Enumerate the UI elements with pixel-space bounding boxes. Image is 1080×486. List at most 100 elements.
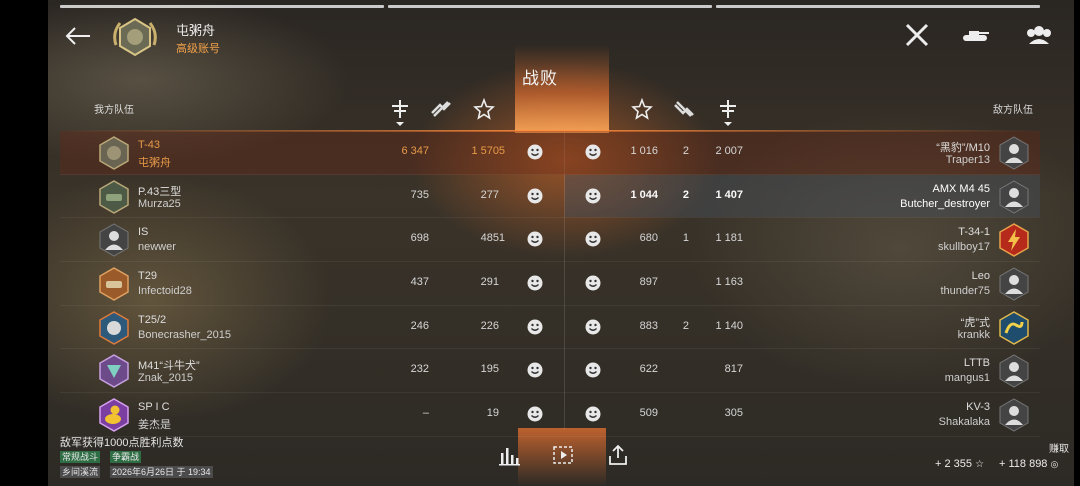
smile-icon[interactable] xyxy=(527,275,543,291)
crossed-swords-icon[interactable] xyxy=(902,22,932,48)
ally-kills: 5 xyxy=(498,145,505,157)
enemy-player-name: Butcher_destroyer xyxy=(900,197,990,210)
tank-icon[interactable] xyxy=(960,22,990,48)
smile-icon[interactable] xyxy=(585,319,601,335)
experience-star-icon xyxy=(473,98,495,120)
team-icon[interactable] xyxy=(1024,22,1054,48)
ally-team-label: 我方队伍 xyxy=(94,105,134,116)
enemy-damage: 1 407 xyxy=(715,188,743,201)
enemy-tank-name: LTTB xyxy=(963,357,990,370)
duck-avatar-icon xyxy=(99,398,129,432)
lightning-avatar-icon xyxy=(999,223,1029,258)
table-row[interactable]: IS newwer 698 1 485 680 1 1 181 T-34-1 s… xyxy=(60,218,1040,263)
enemy-damage-sort-icon[interactable] xyxy=(717,98,739,128)
smile-icon[interactable] xyxy=(527,231,543,247)
table-row[interactable]: SP I C 姜杰是 – 19 509 305 KV-3 Shakalaka xyxy=(60,393,1040,437)
ally-player-name: Znak_2015 xyxy=(138,372,194,385)
enemy-experience: 622 xyxy=(639,363,658,376)
smile-icon[interactable] xyxy=(585,188,601,204)
enemy-tank-name: T-34-1 xyxy=(958,226,990,239)
enemy-kills: 2 xyxy=(682,188,689,201)
smile-icon[interactable] xyxy=(527,188,543,204)
share-icon[interactable] xyxy=(607,444,629,466)
table-row[interactable]: T29 Infectoid28 437 291 897 1 163 Leo th… xyxy=(60,262,1040,306)
enemy-experience: 1 044 xyxy=(630,188,658,201)
ally-experience: 226 xyxy=(480,319,499,332)
earned-experience: + 2 355 ☆ xyxy=(935,458,984,470)
map-name-tag: 乡间溪流 xyxy=(60,466,101,478)
default-avatar-icon xyxy=(999,136,1029,170)
default-avatar-icon xyxy=(999,398,1029,432)
enemy-experience: 897 xyxy=(639,276,658,289)
tank-avatar-icon xyxy=(99,267,129,301)
tank-avatar-icon xyxy=(99,310,129,345)
smile-icon[interactable] xyxy=(527,144,543,160)
ally-damage: 698 xyxy=(410,232,429,245)
ally-damage: 6 347 xyxy=(401,145,429,157)
scoreboard: T-43 屯粥舟 6 347 5 1 570 1 016 2 2 007 “黑豹… xyxy=(60,131,1040,437)
smile-icon[interactable] xyxy=(527,319,543,335)
ally-player-name: Bonecrasher_2015 xyxy=(138,328,231,341)
ally-experience: 277 xyxy=(480,188,499,201)
player-emblem-icon xyxy=(113,17,157,57)
enemy-experience-star-icon xyxy=(631,98,653,120)
default-avatar-icon xyxy=(99,223,129,257)
smile-icon[interactable] xyxy=(585,406,601,422)
earned-credits-value: + 118 898 xyxy=(999,458,1048,470)
enemy-player-name: mangus1 xyxy=(944,372,990,385)
ally-tank-name: M41“斗牛犬” xyxy=(138,360,200,373)
ally-tank-name: P.43三型 xyxy=(138,185,182,198)
smile-icon[interactable] xyxy=(585,362,601,378)
enemy-player-name: Shakalaka xyxy=(938,416,990,429)
smile-icon[interactable] xyxy=(527,406,543,422)
back-arrow-icon[interactable] xyxy=(64,24,92,48)
ally-experience: 1 570 xyxy=(471,145,499,157)
ally-damage: 437 xyxy=(410,276,429,289)
ally-experience: 19 xyxy=(486,407,499,420)
ally-tank-name: T25/2 xyxy=(138,313,167,326)
ally-player-name: Infectoid28 xyxy=(138,285,192,298)
enemy-team-label: 敌方队伍 xyxy=(993,105,1033,116)
battle-type-tag: 常规战斗 xyxy=(60,451,101,463)
replay-icon[interactable] xyxy=(552,444,574,466)
default-avatar-icon xyxy=(999,180,1029,214)
table-row[interactable]: M41“斗牛犬” Znak_2015 232 195 622 817 LTTB … xyxy=(60,349,1040,394)
ally-experience: 291 xyxy=(480,276,499,289)
statistics-icon[interactable] xyxy=(498,444,520,466)
smile-icon[interactable] xyxy=(585,231,601,247)
table-row[interactable]: T-43 屯粥舟 6 347 5 1 570 1 016 2 2 007 “黑豹… xyxy=(60,131,1040,175)
ally-player-name: 姜杰是 xyxy=(138,419,171,432)
enemy-tank-name: “虎”式 xyxy=(960,316,990,329)
enemy-damage: 1 140 xyxy=(715,319,743,332)
premium-account-label: 高级账号 xyxy=(176,43,220,55)
table-row[interactable]: T25/2 Bonecrasher_2015 246 226 883 2 1 1… xyxy=(60,306,1040,350)
enemy-experience: 1 016 xyxy=(630,145,658,157)
smile-icon[interactable] xyxy=(585,275,601,291)
ally-tank-name: T-43 xyxy=(138,139,161,151)
credits-coin-icon: ◎ xyxy=(1050,459,1059,469)
dragon-avatar-icon xyxy=(999,310,1029,345)
ally-player-name: 屯粥舟 xyxy=(138,157,171,169)
smile-icon[interactable] xyxy=(527,362,543,378)
default-avatar-icon xyxy=(999,267,1029,301)
damage-sort-icon[interactable] xyxy=(389,98,411,128)
ally-tank-name: SP I C xyxy=(138,401,170,414)
enemy-kills: 1 xyxy=(682,232,689,245)
tank-avatar-icon xyxy=(99,354,129,389)
enemy-experience: 680 xyxy=(639,232,658,245)
ally-experience: 485 xyxy=(480,232,499,245)
battle-date-tag: 2026年6月26日 于 19:34 xyxy=(110,466,213,478)
enemy-tank-name: AMX M4 45 xyxy=(932,182,990,195)
enemy-experience: 883 xyxy=(639,319,658,332)
enemy-kills: 2 xyxy=(682,319,689,332)
enemy-damage: 1 181 xyxy=(715,232,743,245)
enemy-kills: 2 xyxy=(682,145,689,157)
earned-experience-value: + 2 355 xyxy=(935,458,973,470)
enemy-damage: 305 xyxy=(724,407,743,420)
enemy-player-name: Traper13 xyxy=(945,154,990,166)
ally-tank-name: T29 xyxy=(138,270,157,283)
enemy-experience: 509 xyxy=(639,407,658,420)
smile-icon[interactable] xyxy=(585,144,601,160)
table-row[interactable]: P.43三型 Murza25 735 277 1 044 2 1 407 AMX… xyxy=(60,174,1040,219)
battle-mode-tag: 争霸战 xyxy=(110,451,142,463)
